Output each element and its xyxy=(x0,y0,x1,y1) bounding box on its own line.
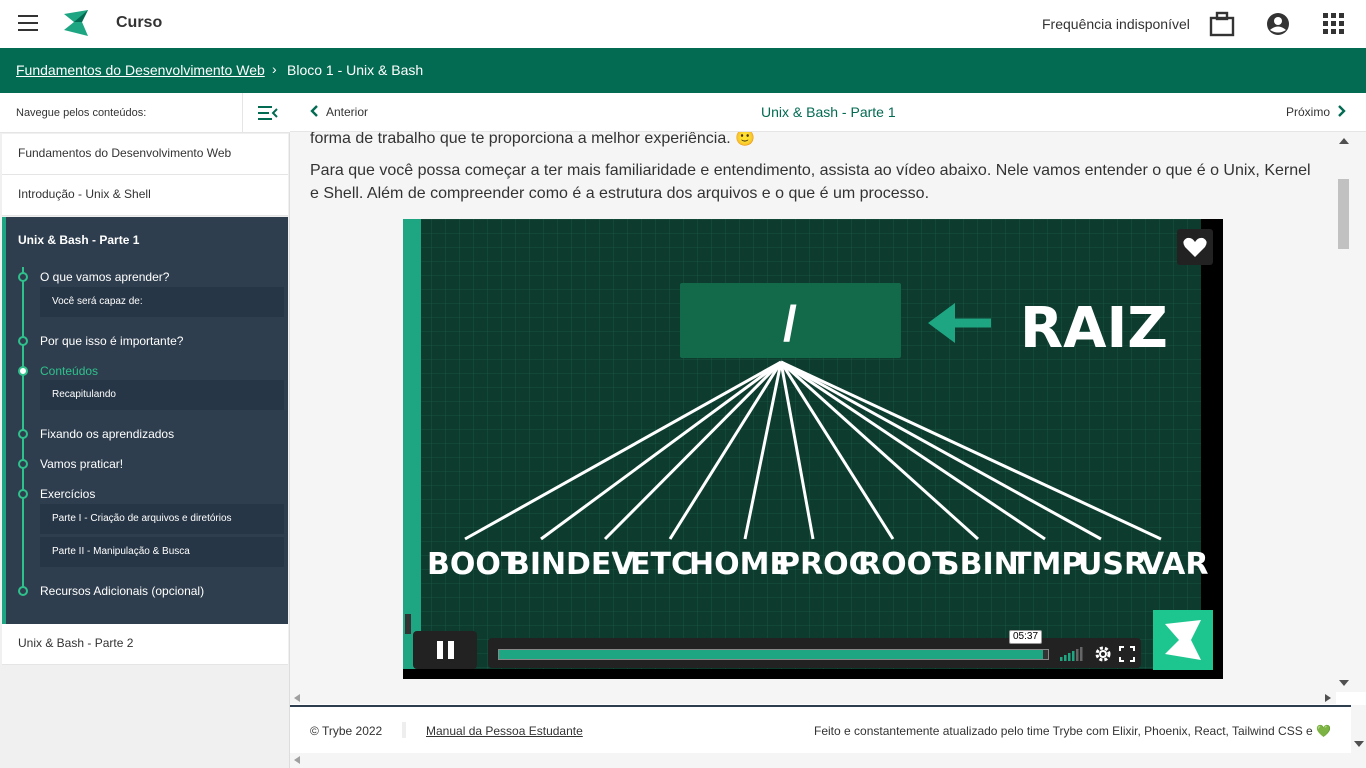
menu-open-icon xyxy=(258,106,278,120)
horizontal-scrollbar[interactable] xyxy=(290,692,1336,704)
dir-label-proc: PROC xyxy=(778,547,871,582)
topic-conteudos[interactable]: Conteúdos xyxy=(40,364,98,378)
footer-copyright: © Trybe 2022 xyxy=(310,724,383,738)
timeline-dot-active xyxy=(18,366,28,376)
sidebar-item-introducao[interactable]: Introdução - Unix & Shell xyxy=(2,175,288,216)
footer-credits: Feito e constantemente atualizado pelo t… xyxy=(814,724,1331,738)
subtopic-parte-2[interactable]: Parte II - Manipulação & Busca xyxy=(40,537,284,567)
sidebar-item-fundamentos[interactable]: Fundamentos do Desenvolvimento Web xyxy=(2,134,288,175)
topic-fixando[interactable]: Fixando os aprendizados xyxy=(40,427,174,441)
favorite-button[interactable] xyxy=(1177,229,1213,265)
sidebar-active-title[interactable]: Unix & Bash - Parte 1 xyxy=(18,233,139,247)
lesson-title: Unix & Bash - Parte 1 xyxy=(761,104,896,120)
topic-o-que-vamos-aprender[interactable]: O que vamos aprender? xyxy=(40,270,169,284)
subtopic-voce-sera-capaz[interactable]: Você será capaz de: xyxy=(40,287,284,317)
next-label: Próximo xyxy=(1285,105,1330,119)
settings-gear-icon[interactable] xyxy=(1094,645,1112,663)
briefcase-icon[interactable] xyxy=(1209,11,1235,37)
heart-icon xyxy=(1183,237,1207,257)
paragraph-video-intro-line1: Para que você possa começar a ter mais f… xyxy=(310,162,1311,179)
attendance-status: Frequência indisponível xyxy=(1042,16,1190,32)
scroll-down-arrow-icon[interactable] xyxy=(1354,741,1364,747)
content-header: Anterior Unix & Bash - Parte 1 Próximo xyxy=(290,93,1366,132)
dir-label-dev: DEV xyxy=(566,547,635,582)
dir-label-home: HOME xyxy=(689,547,790,582)
sidebar-item-parte-2[interactable]: Unix & Bash - Parte 2 xyxy=(2,624,288,665)
timeline-dot xyxy=(18,489,28,499)
footer-scrollbar[interactable] xyxy=(1351,705,1366,753)
video-time-tooltip: 05:37 xyxy=(1009,630,1042,644)
topic-por-que-importante[interactable]: Por que isso é importante? xyxy=(40,334,183,348)
sidebar: Navegue pelos conteúdos: Fundamentos do … xyxy=(0,93,290,768)
timeline-dot xyxy=(18,272,28,282)
lesson-content: forma de trabalho que te proporciona a m… xyxy=(290,132,1336,692)
footer-manual-link[interactable]: Manual da Pessoa Estudante xyxy=(426,724,583,738)
menu-icon[interactable] xyxy=(18,15,38,31)
footer-divider xyxy=(402,722,406,738)
topic-recursos-adicionais[interactable]: Recursos Adicionais (opcional) xyxy=(40,584,204,598)
topic-exercicios[interactable]: Exercícios xyxy=(40,487,95,501)
sidebar-collapse-button[interactable] xyxy=(242,93,290,133)
timeline-dot xyxy=(18,336,28,346)
chevron-left-icon xyxy=(310,105,318,117)
breadcrumb-current: Bloco 1 - Unix & Bash xyxy=(287,62,424,78)
trybe-logo[interactable] xyxy=(62,8,90,38)
fullscreen-icon[interactable] xyxy=(1119,646,1135,662)
next-button[interactable]: Próximo xyxy=(1286,105,1346,119)
play-pause-button[interactable] xyxy=(413,631,477,669)
vertical-scrollbar[interactable] xyxy=(1336,132,1366,692)
video-progress-bar[interactable] xyxy=(498,649,1049,660)
dir-label-var: VAR xyxy=(1141,547,1209,582)
bottom-horizontal-scrollbar[interactable] xyxy=(290,753,1366,768)
previous-button[interactable]: Anterior xyxy=(310,105,368,119)
timeline-dot xyxy=(18,429,28,439)
volume-icon[interactable] xyxy=(1060,647,1084,661)
breadcrumb: Fundamentos do Desenvolvimento Web › Blo… xyxy=(0,48,1366,93)
previous-label: Anterior xyxy=(326,105,369,119)
topic-vamos-praticar[interactable]: Vamos praticar! xyxy=(40,457,123,471)
pause-icon xyxy=(437,641,454,659)
timeline-dot xyxy=(18,459,28,469)
subtopic-parte-1[interactable]: Parte I - Criação de arquivos e diretóri… xyxy=(40,504,284,534)
video-frame: / RAIZ BOOTBIN DEVETCHOMEPROCROOTSBINTMPU… xyxy=(403,219,1223,679)
paragraph-video-intro-line2: e Shell. Além de compreender como é a es… xyxy=(310,185,930,202)
scroll-left-arrow-icon[interactable] xyxy=(294,694,300,702)
trybe-logo xyxy=(1165,620,1201,660)
timeline-dot xyxy=(18,586,28,596)
scroll-right-arrow-icon[interactable] xyxy=(1325,694,1331,702)
top-bar: Curso Frequência indisponível xyxy=(0,0,1366,48)
scroll-down-arrow-icon[interactable] xyxy=(1339,680,1349,686)
apps-grid-icon[interactable] xyxy=(1321,11,1347,37)
subtopic-recapitulando[interactable]: Recapitulando xyxy=(40,380,284,410)
breadcrumb-module-link[interactable]: Fundamentos do Desenvolvimento Web xyxy=(16,62,265,78)
footer: © Trybe 2022 Manual da Pessoa Estudante … xyxy=(290,705,1351,753)
dir-label-sbin: SBIN xyxy=(938,547,1019,582)
paragraph-intro-tail: forma de trabalho que te proporciona a m… xyxy=(310,132,756,147)
app-title: Curso xyxy=(116,14,163,31)
dir-label-usr: USR xyxy=(1078,547,1147,582)
video-progress-fill xyxy=(499,650,1043,659)
scroll-up-arrow-icon[interactable] xyxy=(1339,138,1349,144)
sidebar-header: Navegue pelos conteúdos: xyxy=(0,93,290,133)
account-circle-icon[interactable] xyxy=(1265,11,1291,37)
chevron-right-icon xyxy=(1338,105,1346,117)
dir-label-etc: ETC xyxy=(630,547,693,582)
video-player[interactable]: / RAIZ BOOT BIN DEV ETC HOME PROC ROOT SBIN TMP U… xyxy=(403,219,1223,679)
vertical-scroll-thumb[interactable] xyxy=(1338,179,1349,249)
sidebar-header-label: Navegue pelos conteúdos: xyxy=(16,107,147,119)
video-root-label: RAIZ xyxy=(1020,296,1168,361)
video-root-box-text: / xyxy=(783,296,797,352)
dir-label-tmp: TMP xyxy=(1011,547,1083,582)
dir-label-bin: BIN xyxy=(507,547,566,582)
scroll-left-arrow-icon[interactable] xyxy=(294,756,300,764)
breadcrumb-separator: › xyxy=(272,61,277,77)
sidebar-active-section: Unix & Bash - Parte 1 O que vamos aprend… xyxy=(2,217,288,624)
video-brand-tile xyxy=(1153,610,1213,670)
